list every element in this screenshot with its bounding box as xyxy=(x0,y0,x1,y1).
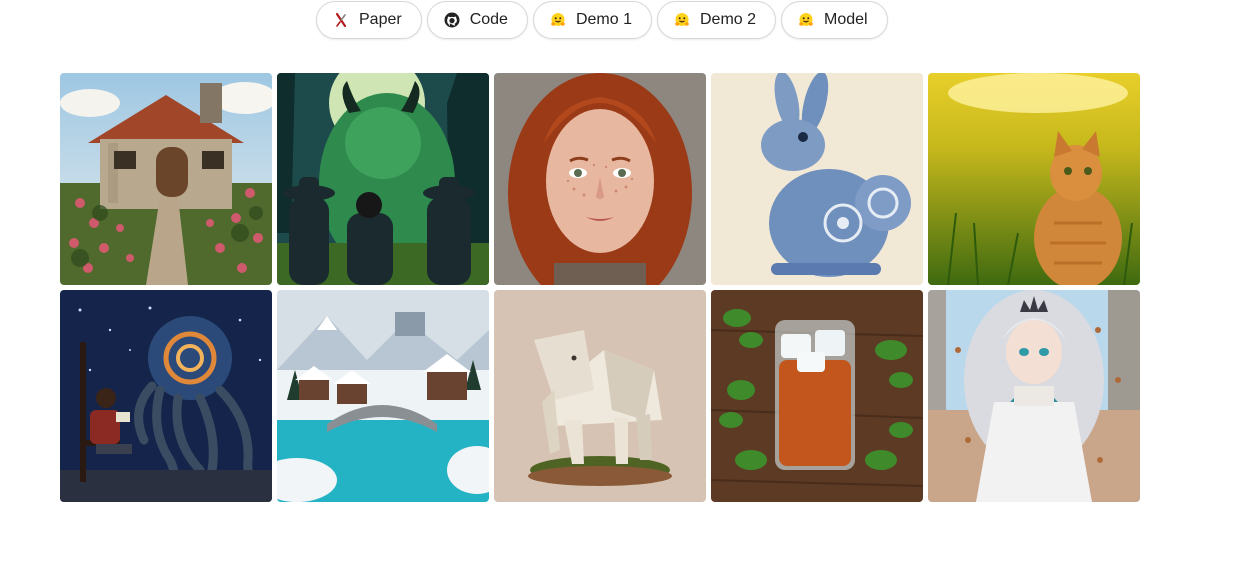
gallery-image-blue-rabbit[interactable] xyxy=(711,73,923,285)
gallery-image-forest-monster[interactable] xyxy=(277,73,489,285)
gallery-image-cosmic-octopus[interactable] xyxy=(60,290,272,502)
github-icon xyxy=(444,12,460,28)
gallery-image-orange-cat[interactable] xyxy=(928,73,1140,285)
demo-1-button[interactable]: Demo 1 xyxy=(532,1,652,39)
gallery-image-iced-tea[interactable] xyxy=(711,290,923,502)
gallery-image-woman-portrait[interactable] xyxy=(494,73,706,285)
code-button[interactable]: Code xyxy=(426,1,528,39)
hugging-face-icon xyxy=(674,12,690,28)
page: Paper Code Demo 1 Demo 2 Model xyxy=(0,0,1241,561)
hugging-face-icon xyxy=(798,12,814,28)
demo-2-button-label: Demo 2 xyxy=(699,11,757,28)
model-button-label: Model xyxy=(824,11,868,28)
demo-1-button-label: Demo 1 xyxy=(575,11,632,28)
arxiv-icon xyxy=(333,12,349,28)
gallery-image-origami-elephant[interactable] xyxy=(494,290,706,502)
code-button-label: Code xyxy=(469,11,508,28)
gallery-image-cottage[interactable] xyxy=(60,73,272,285)
image-gallery xyxy=(60,73,1141,502)
paper-button[interactable]: Paper xyxy=(316,1,422,39)
gallery-image-anime-goddess[interactable] xyxy=(928,290,1140,502)
demo-2-button[interactable]: Demo 2 xyxy=(656,1,777,39)
gallery-image-snowy-village[interactable] xyxy=(277,290,489,502)
link-button-row: Paper Code Demo 1 Demo 2 Model xyxy=(316,1,888,39)
model-button[interactable]: Model xyxy=(781,1,888,39)
paper-button-label: Paper xyxy=(359,11,402,28)
hugging-face-icon xyxy=(550,12,566,28)
